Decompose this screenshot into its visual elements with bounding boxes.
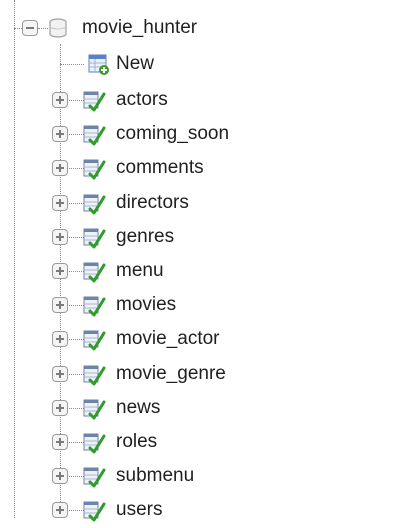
tree-item-table[interactable]: comments [0,150,412,186]
database-icon [49,18,67,38]
table-icon [83,296,106,317]
tree-item-table[interactable]: movies [0,287,412,323]
expand-toggle-icon[interactable] [52,331,68,347]
tree-item-table[interactable]: genres [0,219,412,255]
tree-item-table[interactable]: actors [0,82,412,118]
expand-toggle-icon[interactable] [52,160,68,176]
table-name[interactable]: submenu [116,464,194,488]
expand-toggle-icon[interactable] [52,400,68,416]
expand-toggle-icon[interactable] [52,195,68,211]
table-icon [83,262,106,283]
table-icon [83,365,106,386]
table-name[interactable]: coming_soon [116,122,229,146]
table-name[interactable]: movie_genre [116,362,226,386]
table-icon [83,159,106,180]
tree-item-database[interactable]: movie_hunter [0,12,412,48]
table-name[interactable]: news [116,396,160,420]
table-icon [83,125,106,146]
tree-item-table[interactable]: news [0,390,412,426]
tree-item-table[interactable]: menu [0,253,412,289]
expand-toggle-icon[interactable] [52,263,68,279]
tree-item-table[interactable]: submenu [0,458,412,494]
tree-item-new[interactable]: New [0,46,412,82]
table-icon [83,433,106,454]
tree-item-table[interactable]: roles [0,424,412,460]
expand-toggle-icon[interactable] [52,92,68,108]
table-name[interactable]: menu [116,259,164,283]
navigation-tree: movie_hunter New actors coming_sooncommen… [0,0,412,522]
tree-item-table[interactable]: coming_soon [0,116,412,152]
collapse-toggle-icon[interactable] [22,20,38,36]
tree-item-table[interactable]: users [0,492,412,528]
expand-toggle-icon[interactable] [52,502,68,518]
tree-item-table[interactable]: directors [0,185,412,221]
table-icon [83,467,106,488]
table-name[interactable]: directors [116,191,189,215]
new-item-label[interactable]: New [116,52,154,76]
table-icon [83,91,106,112]
table-icon [83,228,106,249]
table-icon [83,194,106,215]
table-name[interactable]: actors [116,88,168,112]
expand-toggle-icon[interactable] [52,126,68,142]
table-name[interactable]: roles [116,430,157,454]
expand-toggle-icon[interactable] [52,297,68,313]
table-icon [83,330,106,351]
expand-toggle-icon[interactable] [52,366,68,382]
new-table-icon [88,54,109,75]
tree-connector [60,64,84,65]
expand-toggle-icon[interactable] [52,468,68,484]
database-name[interactable]: movie_hunter [82,16,197,40]
expand-toggle-icon[interactable] [52,434,68,450]
tree-item-table[interactable]: movie_actor [0,321,412,357]
table-name[interactable]: movie_actor [116,327,220,351]
table-icon [83,399,106,420]
table-name[interactable]: genres [116,225,174,249]
table-icon [83,501,106,522]
table-name[interactable]: users [116,498,162,522]
tree-item-table[interactable]: movie_genre [0,356,412,392]
table-name[interactable]: comments [116,156,204,180]
table-name[interactable]: movies [116,293,176,317]
expand-toggle-icon[interactable] [52,229,68,245]
